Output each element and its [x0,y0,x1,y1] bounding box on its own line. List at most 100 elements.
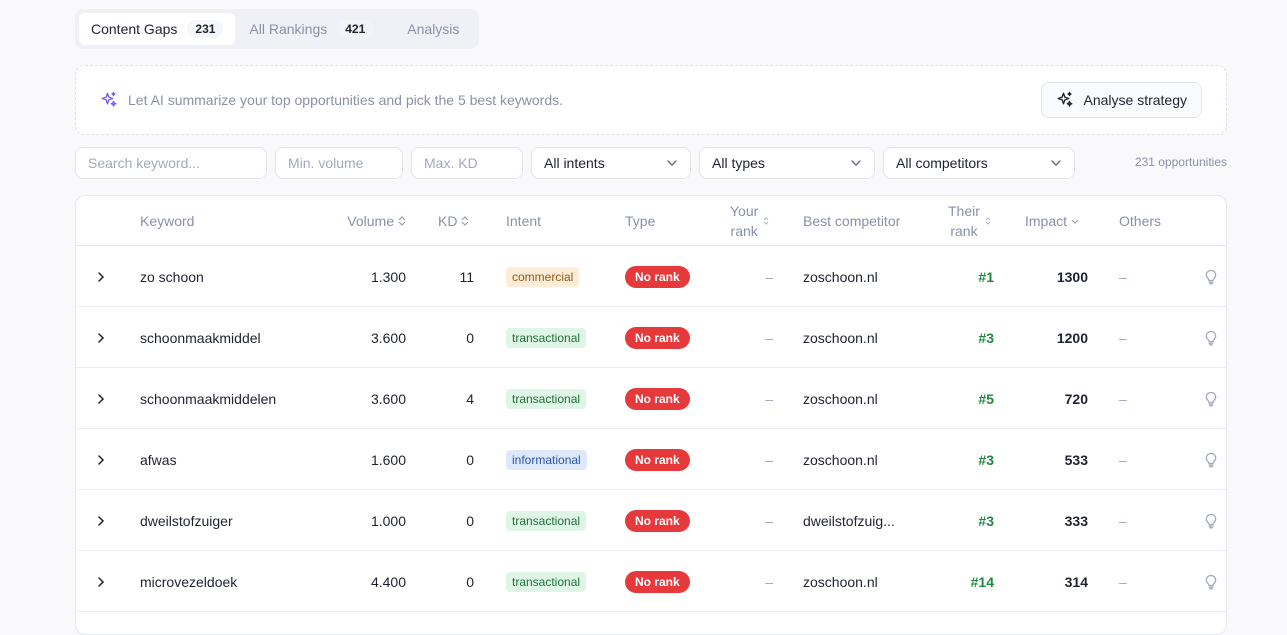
kd-cell: 11 [459,268,474,285]
no-rank-badge: No rank [625,387,690,410]
intent-badge: informational [506,449,587,470]
no-rank-badge: No rank [625,326,690,349]
others-cell: – [1119,512,1127,529]
tab-count-badge: 231 [187,20,224,38]
column-label: KD [438,213,458,229]
min-volume-input[interactable] [288,155,390,171]
impact-cell: 1300 [1056,268,1088,285]
table-row[interactable]: microvezeldoek 4.400 0 transactional No … [76,551,1226,612]
table-row[interactable]: schoonmaakmiddel 3.600 0 transactional N… [76,307,1226,368]
column-label-line: Their [948,203,980,219]
their-rank-cell: #1 [978,268,994,285]
ai-summary-panel: Let AI summarize your top opportunities … [75,65,1227,135]
intent-cell: transactional [506,490,587,551]
tab-label: All Rankings [249,21,328,37]
column-header-your-rank[interactable]: Your rank [730,196,770,246]
insight-button[interactable] [1204,551,1218,612]
column-label: Best competitor [803,213,901,229]
column-header-impact[interactable]: Impact [1025,196,1079,246]
chevron-right-icon [96,393,106,404]
kd-cell: 0 [466,512,474,529]
their-rank-cell: #14 [970,573,994,590]
type-cell: No rank [625,551,690,612]
keyword-cell: afwas [140,451,177,468]
your-rank-cell: – [765,573,773,590]
lightbulb-icon [1204,391,1218,407]
column-label-line: rank [950,223,978,239]
type-cell: No rank [625,368,690,429]
intent-badge: transactional [506,388,587,409]
max-kd-input[interactable] [424,155,510,171]
impact-cell: 1200 [1056,329,1088,346]
kd-cell: 0 [466,451,474,468]
column-header-kd[interactable]: KD [438,196,469,246]
volume-cell: 4.400 [370,573,406,590]
tab-count-badge: 421 [337,20,374,38]
best-competitor-cell: zoschoon.nl [803,329,878,346]
search-keyword-field [75,147,267,179]
column-header-best-competitor: Best competitor [803,196,900,246]
insight-button[interactable] [1204,429,1218,490]
table-header: Keyword Volume KD Intent Type Your rank [76,196,1226,246]
no-rank-badge: No rank [625,448,690,471]
tab-all-rankings[interactable]: All Rankings 421 [237,13,385,45]
tab-content-gaps[interactable]: Content Gaps 231 [79,13,236,45]
analyse-strategy-button[interactable]: Analyse strategy [1040,82,1202,118]
insight-button[interactable] [1204,246,1218,307]
insight-button[interactable] [1204,490,1218,551]
intent-select[interactable]: All intents [531,147,691,179]
volume-cell: 1.000 [370,512,406,529]
max-kd-field [411,147,523,179]
intent-cell: informational [506,429,587,490]
keyword-cell: schoonmaakmiddelen [140,390,277,407]
expand-row-button[interactable] [96,429,106,490]
kd-cell: 4 [466,390,474,407]
chevron-down-icon [850,157,862,169]
their-rank-cell: #3 [978,329,994,346]
column-label: Intent [506,213,542,229]
column-label-line: Your [730,203,759,219]
opportunities-count: 231 opportunities [1134,155,1227,169]
lightbulb-icon [1204,452,1218,468]
column-label: Others [1119,213,1162,229]
competitor-select[interactable]: All competitors [883,147,1075,179]
sort-icon [984,216,992,226]
column-header-volume[interactable]: Volume [326,196,406,246]
expand-row-button[interactable] [96,368,106,429]
type-cell: No rank [625,490,690,551]
volume-cell: 1.300 [370,268,406,285]
tab-analysis[interactable]: Analysis [387,13,475,45]
sort-icon [398,216,406,226]
your-rank-cell: – [765,390,773,407]
column-label: Your rank [730,201,758,241]
table-row[interactable]: dweilstofzuiger 1.000 0 transactional No… [76,490,1226,551]
expand-row-button[interactable] [96,307,106,368]
expand-row-button[interactable] [96,490,106,551]
impact-cell: 720 [1064,390,1088,407]
competitor-select-value: All competitors [896,155,988,171]
search-keyword-input[interactable] [88,155,254,171]
intent-badge: commercial [506,266,580,287]
intent-cell: transactional [506,551,587,612]
their-rank-cell: #3 [978,451,994,468]
lightbulb-icon [1204,330,1218,346]
their-rank-cell: #5 [978,390,994,407]
others-cell: – [1119,573,1127,590]
chevron-down-icon [1050,157,1062,169]
table-row[interactable]: afwas 1.600 0 informational No rank – zo… [76,429,1226,490]
their-rank-cell: #3 [978,512,994,529]
others-cell: – [1119,390,1127,407]
filter-bar: All intents All types All competitors 23… [75,147,1227,179]
column-header-their-rank[interactable]: Their rank [948,196,992,246]
table-row[interactable]: zo schoon 1.300 11 commercial No rank – … [76,246,1226,307]
tab-label: Content Gaps [91,21,178,37]
kd-cell: 0 [466,573,474,590]
expand-row-button[interactable] [96,246,106,307]
table-row[interactable]: schoonmaakmiddelen 3.600 4 transactional… [76,368,1226,429]
insight-button[interactable] [1204,307,1218,368]
insight-button[interactable] [1204,368,1218,429]
type-select[interactable]: All types [699,147,875,179]
expand-row-button[interactable] [96,551,106,612]
type-cell: No rank [625,246,690,307]
column-header-others: Others [1119,196,1161,246]
